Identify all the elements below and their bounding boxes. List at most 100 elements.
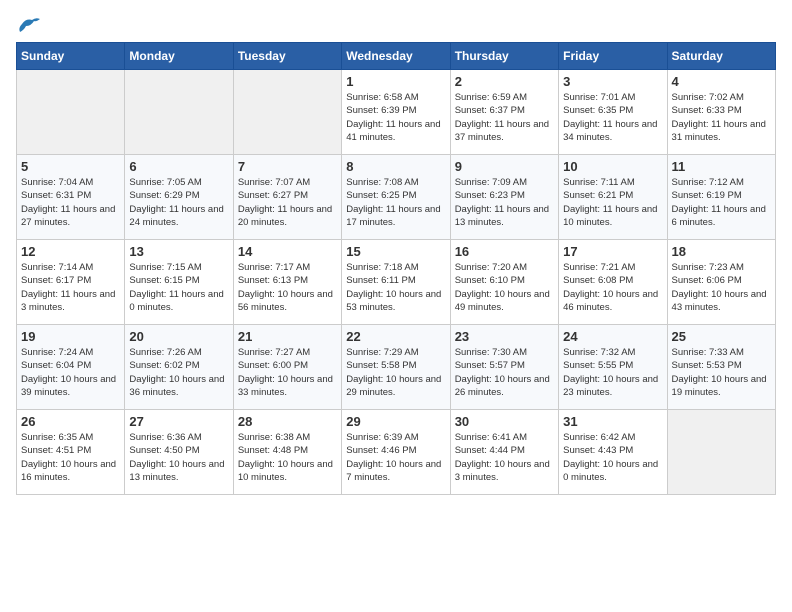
day-info: Sunrise: 7:14 AM Sunset: 6:17 PM Dayligh… [21, 261, 120, 314]
calendar-cell: 29Sunrise: 6:39 AM Sunset: 4:46 PM Dayli… [342, 410, 450, 495]
calendar-cell: 16 Sunrise: 7:20 AM Sunset: 6:10 PM Dayli… [450, 240, 558, 325]
day-info: Sunrise: 7:21 AM Sunset: 6:08 PM Dayligh… [563, 261, 662, 314]
day-info: Sunrise: 7:11 AM Sunset: 6:21 PM Dayligh… [563, 176, 662, 229]
day-number: 24 [563, 329, 662, 344]
calendar-cell: 7 Sunrise: 7:07 AM Sunset: 6:27 PM Daylig… [233, 155, 341, 240]
calendar-cell: 18Sunrise: 7:23 AM Sunset: 6:06 PM Dayli… [667, 240, 775, 325]
calendar-cell: 22 Sunrise: 7:29 AM Sunset: 5:58 PM Dayli… [342, 325, 450, 410]
column-header-tuesday: Tuesday [233, 43, 341, 70]
calendar-header-row: SundayMondayTuesdayWednesdayThursdayFrid… [17, 43, 776, 70]
day-info: Sunrise: 7:17 AM Sunset: 6:13 PM Dayligh… [238, 261, 337, 314]
day-number: 11 [672, 159, 771, 174]
calendar-cell [17, 70, 125, 155]
day-info: Sunrise: 7:15 AM Sunset: 6:15 PM Dayligh… [129, 261, 228, 314]
day-number: 2 [455, 74, 554, 89]
day-info: Sunrise: 7:20 AM Sunset: 6:10 PM Dayligh… [455, 261, 554, 314]
day-info: Sunrise: 7:01 AM Sunset: 6:35 PM Dayligh… [563, 91, 662, 144]
calendar-cell: 24 Sunrise: 7:32 AM Sunset: 5:55 PM Dayli… [559, 325, 667, 410]
calendar-cell: 8 Sunrise: 7:08 AM Sunset: 6:25 PM Daylig… [342, 155, 450, 240]
day-info: Sunrise: 7:33 AM Sunset: 5:53 PM Dayligh… [672, 346, 771, 399]
calendar-cell: 11 Sunrise: 7:12 AM Sunset: 6:19 PM Dayli… [667, 155, 775, 240]
calendar-cell: 1 Sunrise: 6:58 AM Sunset: 6:39 PM Daylig… [342, 70, 450, 155]
calendar-cell: 31 Sunrise: 6:42 AM Sunset: 4:43 PM Dayli… [559, 410, 667, 495]
day-info: Sunrise: 6:59 AM Sunset: 6:37 PM Dayligh… [455, 91, 554, 144]
calendar-week-row: 26 Sunrise: 6:35 AM Sunset: 4:51 PM Dayli… [17, 410, 776, 495]
calendar-cell: 6 Sunrise: 7:05 AM Sunset: 6:29 PM Daylig… [125, 155, 233, 240]
column-header-thursday: Thursday [450, 43, 558, 70]
calendar-cell [125, 70, 233, 155]
calendar-cell: 23Sunrise: 7:30 AM Sunset: 5:57 PM Dayli… [450, 325, 558, 410]
day-info: Sunrise: 7:08 AM Sunset: 6:25 PM Dayligh… [346, 176, 445, 229]
day-info: Sunrise: 7:24 AM Sunset: 6:04 PM Dayligh… [21, 346, 120, 399]
day-number: 10 [563, 159, 662, 174]
day-info: Sunrise: 7:23 AM Sunset: 6:06 PM Dayligh… [672, 261, 771, 314]
logo-bird-icon [18, 16, 40, 34]
calendar-table: SundayMondayTuesdayWednesdayThursdayFrid… [16, 42, 776, 495]
column-header-friday: Friday [559, 43, 667, 70]
calendar-cell: 14 Sunrise: 7:17 AM Sunset: 6:13 PM Dayli… [233, 240, 341, 325]
day-info: Sunrise: 7:12 AM Sunset: 6:19 PM Dayligh… [672, 176, 771, 229]
calendar-cell: 27 Sunrise: 6:36 AM Sunset: 4:50 PM Dayli… [125, 410, 233, 495]
page-header [16, 16, 776, 30]
day-number: 6 [129, 159, 228, 174]
day-number: 29 [346, 414, 445, 429]
day-info: Sunrise: 7:05 AM Sunset: 6:29 PM Dayligh… [129, 176, 228, 229]
day-number: 31 [563, 414, 662, 429]
calendar-cell: 28Sunrise: 6:38 AM Sunset: 4:48 PM Dayli… [233, 410, 341, 495]
day-number: 17 [563, 244, 662, 259]
day-number: 16 [455, 244, 554, 259]
calendar-cell [667, 410, 775, 495]
column-header-wednesday: Wednesday [342, 43, 450, 70]
day-number: 14 [238, 244, 337, 259]
calendar-week-row: 1 Sunrise: 6:58 AM Sunset: 6:39 PM Daylig… [17, 70, 776, 155]
day-info: Sunrise: 7:02 AM Sunset: 6:33 PM Dayligh… [672, 91, 771, 144]
day-info: Sunrise: 7:29 AM Sunset: 5:58 PM Dayligh… [346, 346, 445, 399]
day-info: Sunrise: 7:32 AM Sunset: 5:55 PM Dayligh… [563, 346, 662, 399]
calendar-week-row: 19Sunrise: 7:24 AM Sunset: 6:04 PM Dayli… [17, 325, 776, 410]
calendar-cell: 2 Sunrise: 6:59 AM Sunset: 6:37 PM Daylig… [450, 70, 558, 155]
calendar-cell: 21 Sunrise: 7:27 AM Sunset: 6:00 PM Dayli… [233, 325, 341, 410]
day-number: 23 [455, 329, 554, 344]
day-number: 21 [238, 329, 337, 344]
day-info: Sunrise: 7:27 AM Sunset: 6:00 PM Dayligh… [238, 346, 337, 399]
day-number: 26 [21, 414, 120, 429]
calendar-cell: 19Sunrise: 7:24 AM Sunset: 6:04 PM Dayli… [17, 325, 125, 410]
calendar-week-row: 5Sunrise: 7:04 AM Sunset: 6:31 PM Daylig… [17, 155, 776, 240]
day-number: 4 [672, 74, 771, 89]
column-header-saturday: Saturday [667, 43, 775, 70]
calendar-cell: 4 Sunrise: 7:02 AM Sunset: 6:33 PM Daylig… [667, 70, 775, 155]
calendar-cell: 13 Sunrise: 7:15 AM Sunset: 6:15 PM Dayli… [125, 240, 233, 325]
calendar-cell: 3Sunrise: 7:01 AM Sunset: 6:35 PM Daylig… [559, 70, 667, 155]
calendar-cell: 30 Sunrise: 6:41 AM Sunset: 4:44 PM Dayli… [450, 410, 558, 495]
day-info: Sunrise: 7:18 AM Sunset: 6:11 PM Dayligh… [346, 261, 445, 314]
day-number: 22 [346, 329, 445, 344]
calendar-cell: 15 Sunrise: 7:18 AM Sunset: 6:11 PM Dayli… [342, 240, 450, 325]
calendar-cell: 10 Sunrise: 7:11 AM Sunset: 6:21 PM Dayli… [559, 155, 667, 240]
day-number: 25 [672, 329, 771, 344]
day-info: Sunrise: 7:07 AM Sunset: 6:27 PM Dayligh… [238, 176, 337, 229]
column-header-sunday: Sunday [17, 43, 125, 70]
day-number: 7 [238, 159, 337, 174]
calendar-week-row: 12Sunrise: 7:14 AM Sunset: 6:17 PM Dayli… [17, 240, 776, 325]
calendar-cell: 25 Sunrise: 7:33 AM Sunset: 5:53 PM Dayli… [667, 325, 775, 410]
day-number: 8 [346, 159, 445, 174]
day-info: Sunrise: 7:26 AM Sunset: 6:02 PM Dayligh… [129, 346, 228, 399]
day-info: Sunrise: 6:58 AM Sunset: 6:39 PM Dayligh… [346, 91, 445, 144]
day-info: Sunrise: 6:36 AM Sunset: 4:50 PM Dayligh… [129, 431, 228, 484]
day-number: 5 [21, 159, 120, 174]
calendar-cell: 5Sunrise: 7:04 AM Sunset: 6:31 PM Daylig… [17, 155, 125, 240]
calendar-cell: 20Sunrise: 7:26 AM Sunset: 6:02 PM Dayli… [125, 325, 233, 410]
day-info: Sunrise: 6:42 AM Sunset: 4:43 PM Dayligh… [563, 431, 662, 484]
day-info: Sunrise: 7:09 AM Sunset: 6:23 PM Dayligh… [455, 176, 554, 229]
day-number: 1 [346, 74, 445, 89]
day-number: 27 [129, 414, 228, 429]
day-info: Sunrise: 6:41 AM Sunset: 4:44 PM Dayligh… [455, 431, 554, 484]
calendar-cell: 17 Sunrise: 7:21 AM Sunset: 6:08 PM Dayli… [559, 240, 667, 325]
day-number: 13 [129, 244, 228, 259]
day-number: 30 [455, 414, 554, 429]
day-info: Sunrise: 6:35 AM Sunset: 4:51 PM Dayligh… [21, 431, 120, 484]
calendar-cell: 12Sunrise: 7:14 AM Sunset: 6:17 PM Dayli… [17, 240, 125, 325]
logo [16, 16, 40, 30]
calendar-cell [233, 70, 341, 155]
day-number: 15 [346, 244, 445, 259]
